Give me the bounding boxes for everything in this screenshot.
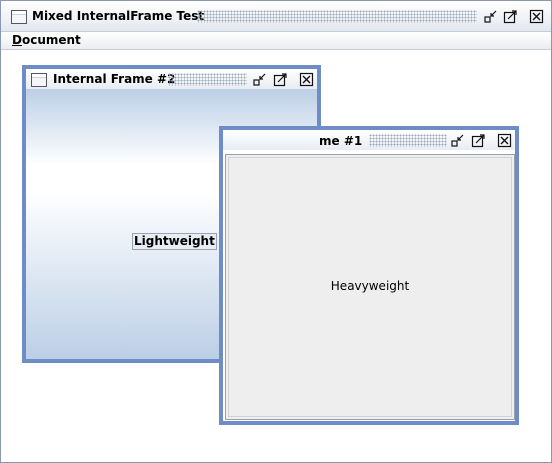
frame2-title-grip — [168, 73, 247, 86]
maximize-button[interactable] — [503, 9, 518, 24]
close-icon — [497, 133, 512, 148]
frame2-iconify-button[interactable] — [252, 72, 267, 87]
frame2-titlebar[interactable]: Internal Frame #2 — [26, 69, 317, 89]
maximize-icon — [471, 134, 485, 148]
titlebar-grip — [197, 10, 477, 23]
desktop-pane: Internal Frame #2 Lightweight me #1 Heav… — [1, 50, 551, 462]
frame1-iconify-button[interactable] — [450, 133, 465, 148]
frame2-title: Internal Frame #2 — [53, 72, 176, 86]
maximize-icon — [273, 73, 287, 87]
frame-icon — [31, 73, 47, 87]
menu-bar: Document — [1, 32, 551, 50]
window-titlebar[interactable]: Mixed InternalFrame Test — [1, 1, 551, 32]
iconify-icon — [451, 134, 464, 147]
frame2-maximize-button[interactable] — [273, 72, 288, 87]
frame1-close-button[interactable] — [497, 133, 512, 148]
close-button[interactable] — [529, 9, 544, 24]
frame1-titlebar[interactable]: me #1 — [223, 130, 515, 150]
close-icon — [299, 72, 314, 87]
heavyweight-panel: Heavyweight — [225, 154, 515, 420]
main-window: Mixed InternalFrame Test Document Intern… — [0, 0, 552, 463]
frame1-title-grip — [369, 134, 447, 147]
maximize-icon — [503, 10, 517, 24]
heavyweight-label: Heavyweight — [330, 279, 410, 293]
iconify-icon — [253, 73, 266, 86]
lightweight-label: Lightweight — [132, 233, 217, 250]
iconify-icon — [484, 10, 497, 23]
window-title: Mixed InternalFrame Test — [32, 9, 205, 23]
menu-document-label: ocument — [21, 33, 81, 47]
window-icon — [11, 10, 27, 24]
menu-document-mnemonic: D — [12, 33, 22, 47]
menu-document[interactable]: Document — [12, 32, 81, 48]
frame2-close-button[interactable] — [299, 72, 314, 87]
frame1-title: me #1 — [319, 134, 363, 148]
close-icon — [529, 9, 544, 24]
iconify-button[interactable] — [483, 9, 498, 24]
frame1-maximize-button[interactable] — [471, 133, 486, 148]
